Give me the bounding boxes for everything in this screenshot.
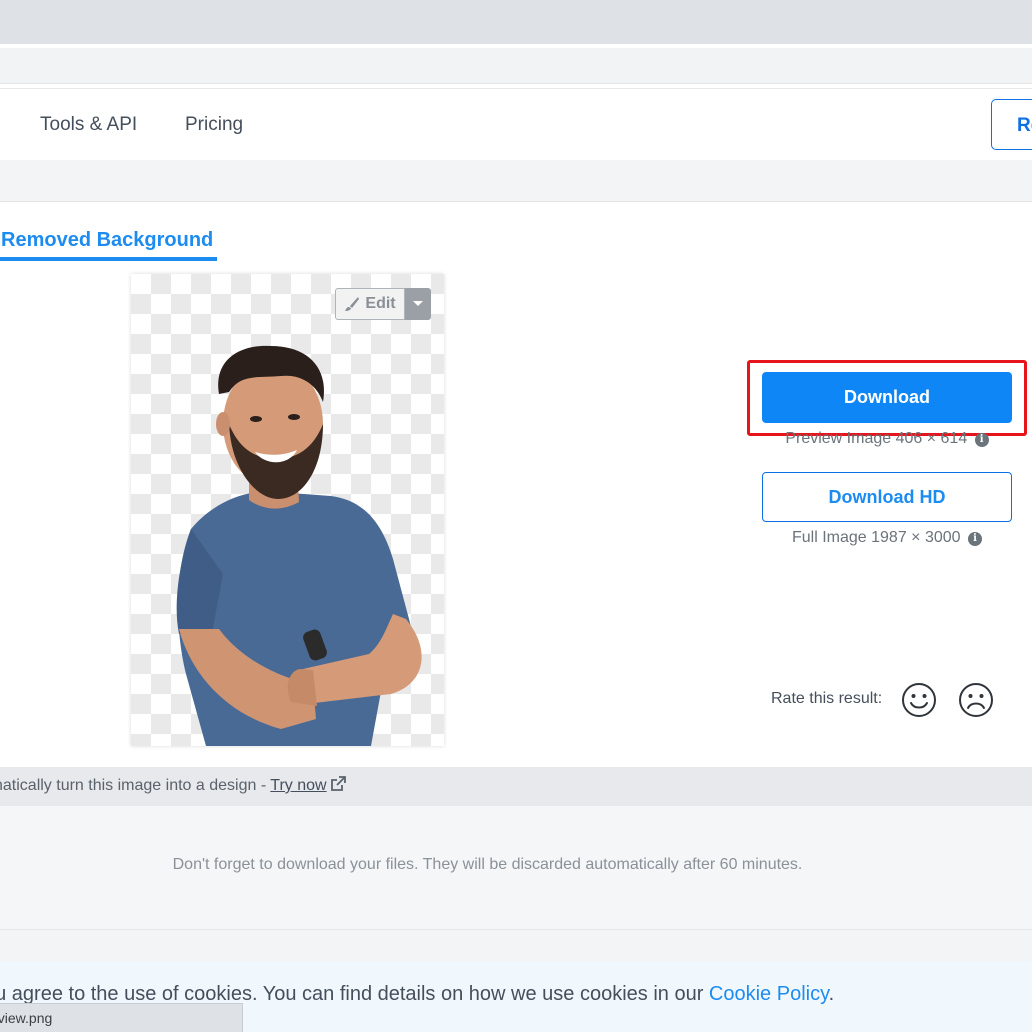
frown-icon[interactable] xyxy=(958,682,994,718)
preview-image-info-text: Preview Image 406 × 614 xyxy=(785,430,968,447)
smiley-icon[interactable] xyxy=(901,682,937,718)
edit-button-label: Edit xyxy=(365,295,396,312)
tab-active-indicator xyxy=(0,257,217,261)
full-image-info: Full Image 1987 × 3000 i xyxy=(762,529,1012,547)
cookie-message: ou agree to the use of cookies. You can … xyxy=(0,983,709,1005)
edit-button[interactable]: Edit xyxy=(335,288,405,320)
result-image-preview[interactable] xyxy=(131,274,444,746)
browser-tab-strip xyxy=(0,0,1032,44)
cookie-policy-link[interactable]: Cookie Policy xyxy=(709,983,829,1005)
caret-down-icon xyxy=(413,301,423,306)
status-bar-url: eview.png xyxy=(0,1010,53,1026)
cookie-trailing: . xyxy=(828,983,835,1005)
person-cutout-image xyxy=(176,345,422,746)
discard-notice: Don't forget to download your files. The… xyxy=(172,856,803,873)
download-button[interactable]: Download xyxy=(762,372,1012,423)
preview-image-info: Preview Image 406 × 614 i xyxy=(762,430,1012,448)
edit-dropdown-toggle[interactable] xyxy=(405,288,431,320)
brush-icon xyxy=(345,297,360,311)
download-hd-button[interactable]: Download HD xyxy=(762,472,1012,522)
edit-button-group: Edit xyxy=(335,288,431,320)
tab-removed-background[interactable]: Removed Background xyxy=(1,229,213,252)
info-icon[interactable]: i xyxy=(968,532,982,546)
nav-outline-button[interactable]: Re xyxy=(991,99,1032,150)
rate-result-label: Rate this result: xyxy=(771,690,883,707)
design-promo-message: natically turn this image into a design … xyxy=(0,777,271,794)
section-spacer xyxy=(0,160,1032,202)
nav-tools-api-link[interactable]: Tools & API xyxy=(40,114,137,136)
try-now-link[interactable]: Try now xyxy=(270,777,326,794)
browser-status-bar: eview.png xyxy=(0,1003,243,1032)
nav-outline-button-label: Re xyxy=(1017,115,1032,136)
browser-toolbar xyxy=(0,48,1032,84)
nav-pricing-link[interactable]: Pricing xyxy=(185,114,243,136)
site-navbar: Tools & API Pricing Re xyxy=(0,88,1032,160)
design-promo-text: natically turn this image into a design … xyxy=(0,776,346,795)
info-icon[interactable]: i xyxy=(974,433,989,447)
external-link-icon[interactable] xyxy=(330,776,346,792)
full-image-info-text: Full Image 1987 × 3000 xyxy=(791,529,961,546)
